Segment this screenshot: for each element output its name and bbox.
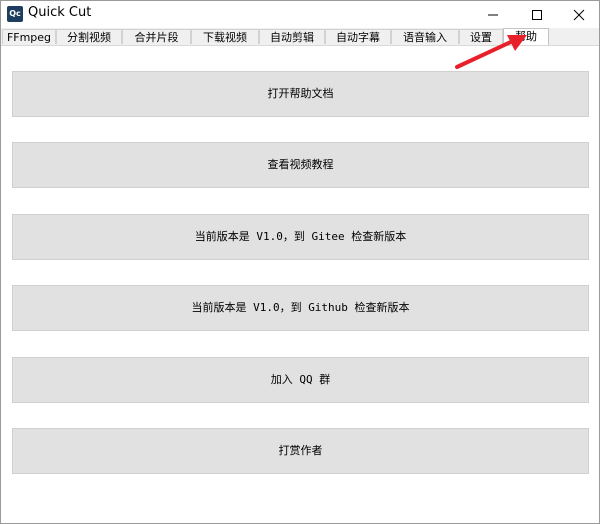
close-button[interactable] — [557, 1, 599, 28]
window-title: Quick Cut — [28, 5, 92, 20]
minimize-button[interactable] — [471, 1, 515, 28]
join-qq-group-button[interactable]: 加入 QQ 群 — [12, 357, 589, 403]
tab-auto-subtitle[interactable]: 自动字幕 — [325, 29, 391, 44]
red-arrow-icon — [455, 35, 527, 69]
minimize-icon — [488, 14, 498, 16]
quick-cut-window: Qc Quick Cut FFmpeg 分割视频 合并片段 下载视频 自动剪辑 … — [0, 0, 600, 524]
tab-ffmpeg[interactable]: FFmpeg — [2, 29, 56, 44]
check-update-github-button[interactable]: 当前版本是 V1.0，到 Github 检查新版本 — [12, 285, 589, 331]
tab-auto-edit[interactable]: 自动剪辑 — [259, 29, 325, 44]
close-icon — [573, 9, 585, 21]
tab-voice-input[interactable]: 语音输入 — [391, 29, 459, 44]
tab-split-video[interactable]: 分割视频 — [56, 29, 122, 44]
maximize-icon — [532, 10, 542, 20]
view-video-tutorial-button[interactable]: 查看视频教程 — [12, 142, 589, 188]
donate-author-button[interactable]: 打赏作者 — [12, 428, 589, 474]
tab-merge-clips[interactable]: 合并片段 — [122, 29, 191, 44]
tab-download-video[interactable]: 下载视频 — [191, 29, 259, 44]
check-update-gitee-button[interactable]: 当前版本是 V1.0，到 Gitee 检查新版本 — [12, 214, 589, 260]
title-bar[interactable]: Qc Quick Cut — [1, 1, 599, 28]
help-panel: 打开帮助文档 查看视频教程 当前版本是 V1.0，到 Gitee 检查新版本 当… — [1, 46, 599, 523]
app-icon: Qc — [7, 6, 23, 22]
open-help-docs-button[interactable]: 打开帮助文档 — [12, 71, 589, 117]
maximize-button[interactable] — [515, 1, 559, 28]
